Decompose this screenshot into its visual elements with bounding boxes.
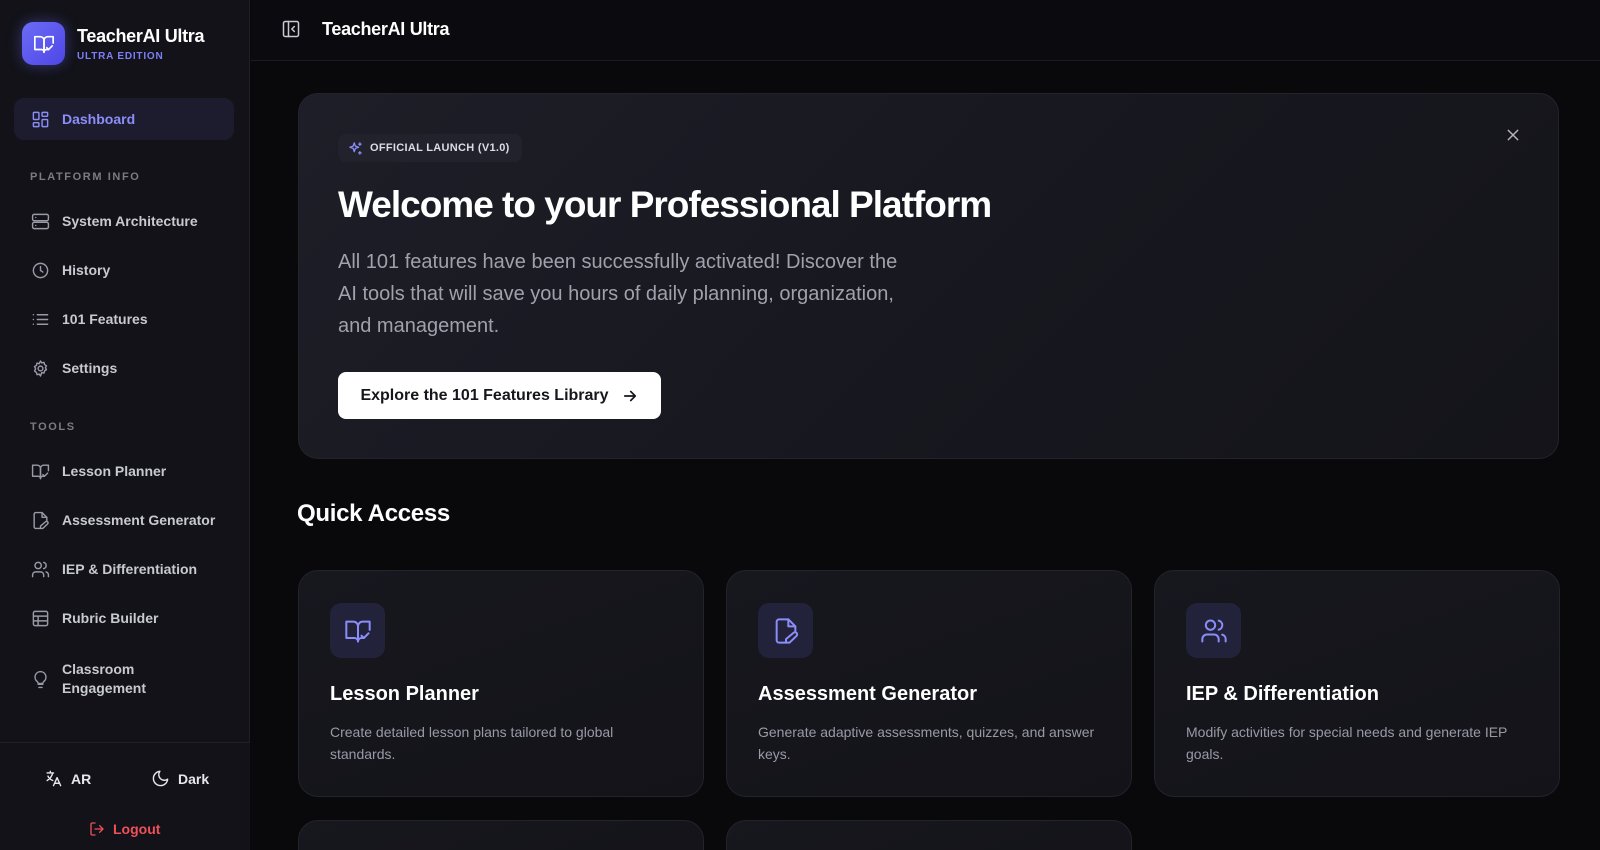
book-check-icon bbox=[30, 461, 50, 481]
sidebar-item-system-architecture[interactable]: System Architecture bbox=[14, 200, 234, 242]
sidebar-item-lesson-planner[interactable]: Lesson Planner bbox=[14, 450, 234, 492]
dashboard-icon bbox=[30, 109, 50, 129]
launch-badge: OFFICIAL LAUNCH (V1.0) bbox=[338, 134, 522, 162]
sidebar-item-label: IEP & Differentiation bbox=[62, 560, 198, 577]
logout-icon bbox=[89, 821, 105, 837]
app-name: TeacherAI Ultra bbox=[77, 25, 205, 46]
sidebar-item-label: Classroom Engagement bbox=[62, 661, 147, 696]
badge-label: OFFICIAL LAUNCH (V1.0) bbox=[370, 142, 510, 154]
card-description: Modify activities for special needs and … bbox=[1186, 724, 1508, 762]
card-title: Lesson Planner bbox=[330, 683, 479, 705]
quick-access-card[interactable] bbox=[298, 820, 704, 850]
quick-access-card[interactable] bbox=[726, 820, 1132, 850]
sidebar-item-classroom-engagement[interactable]: Classroom Engagement bbox=[14, 656, 234, 702]
file-pen-icon bbox=[30, 510, 50, 530]
sidebar-item-label: Dashboard bbox=[62, 110, 136, 127]
card-title: IEP & Differentiation bbox=[1186, 683, 1379, 705]
card-title: Assessment Generator bbox=[758, 683, 977, 705]
quick-access-card-assessment-generator[interactable]: Assessment Generator Generate adaptive a… bbox=[726, 570, 1132, 797]
theme-toggle-button[interactable]: Dark bbox=[151, 769, 209, 788]
sidebar-item-iep-differentiation[interactable]: IEP & Differentiation bbox=[14, 548, 234, 590]
lightbulb-icon bbox=[30, 669, 50, 689]
translate-icon bbox=[44, 769, 63, 788]
topbar: TeacherAI Ultra bbox=[251, 0, 1600, 61]
sidebar-item-label: Settings bbox=[62, 359, 118, 376]
book-check-icon bbox=[330, 603, 385, 658]
sidebar-item-101-features[interactable]: 101 Features bbox=[14, 298, 234, 340]
sidebar-item-label: Assessment Generator bbox=[62, 511, 216, 528]
theme-label: Dark bbox=[178, 770, 210, 787]
sidebar-item-assessment-generator[interactable]: Assessment Generator bbox=[14, 499, 234, 541]
quick-access-card-lesson-planner[interactable]: Lesson Planner Create detailed lesson pl… bbox=[298, 570, 704, 797]
book-check-icon bbox=[22, 22, 65, 65]
logout-label: Logout bbox=[113, 821, 161, 837]
close-icon[interactable] bbox=[1502, 124, 1524, 146]
welcome-description: All 101 features have been successfully … bbox=[338, 251, 898, 337]
brand[interactable]: TeacherAI Ultra ULTRA EDITION bbox=[22, 22, 205, 65]
sidebar-footer: AR Dark Logout bbox=[0, 742, 250, 850]
page-title: TeacherAI Ultra bbox=[322, 19, 450, 39]
arrow-right-icon bbox=[621, 387, 639, 405]
logout-button[interactable]: Logout bbox=[89, 821, 160, 837]
list-icon bbox=[30, 309, 50, 329]
sidebar: TeacherAI Ultra ULTRA EDITION Dashboard … bbox=[0, 0, 250, 850]
sidebar-item-dashboard[interactable]: Dashboard bbox=[14, 98, 234, 140]
gear-icon bbox=[30, 358, 50, 378]
server-icon bbox=[30, 211, 50, 231]
cta-label: Explore the 101 Features Library bbox=[360, 386, 609, 404]
sidebar-item-settings[interactable]: Settings bbox=[14, 347, 234, 389]
users-icon bbox=[1186, 603, 1241, 658]
sidebar-item-label: Lesson Planner bbox=[62, 462, 167, 479]
language-toggle-button[interactable]: AR bbox=[44, 769, 91, 788]
section-label-tools: TOOLS bbox=[30, 421, 76, 433]
quick-access-card-iep-differentiation[interactable]: IEP & Differentiation Modify activities … bbox=[1154, 570, 1560, 797]
welcome-banner: OFFICIAL LAUNCH (V1.0) Welcome to your P… bbox=[298, 93, 1559, 459]
file-pen-icon bbox=[758, 603, 813, 658]
clock-icon bbox=[30, 260, 50, 280]
section-label-platform-info: PLATFORM INFO bbox=[30, 171, 141, 183]
language-label: AR bbox=[71, 770, 92, 787]
sidebar-toggle-icon[interactable] bbox=[281, 19, 303, 41]
users-icon bbox=[30, 559, 50, 579]
welcome-title: Welcome to your Professional Platform bbox=[338, 184, 992, 225]
card-description: Generate adaptive assessments, quizzes, … bbox=[758, 724, 1095, 762]
sidebar-item-rubric-builder[interactable]: Rubric Builder bbox=[14, 597, 234, 639]
card-description: Create detailed lesson plans tailored to… bbox=[330, 724, 614, 762]
grid-icon bbox=[30, 608, 50, 628]
sidebar-item-label: Rubric Builder bbox=[62, 609, 159, 626]
sidebar-item-label: 101 Features bbox=[62, 310, 148, 327]
app-edition: ULTRA EDITION bbox=[77, 50, 164, 62]
sparkles-icon bbox=[348, 141, 363, 156]
sidebar-item-history[interactable]: History bbox=[14, 249, 234, 291]
sidebar-item-label: System Architecture bbox=[62, 212, 198, 229]
sidebar-item-label: History bbox=[62, 261, 111, 278]
explore-features-button[interactable]: Explore the 101 Features Library bbox=[338, 372, 661, 419]
moon-icon bbox=[151, 769, 170, 788]
quick-access-title: Quick Access bbox=[297, 500, 450, 527]
